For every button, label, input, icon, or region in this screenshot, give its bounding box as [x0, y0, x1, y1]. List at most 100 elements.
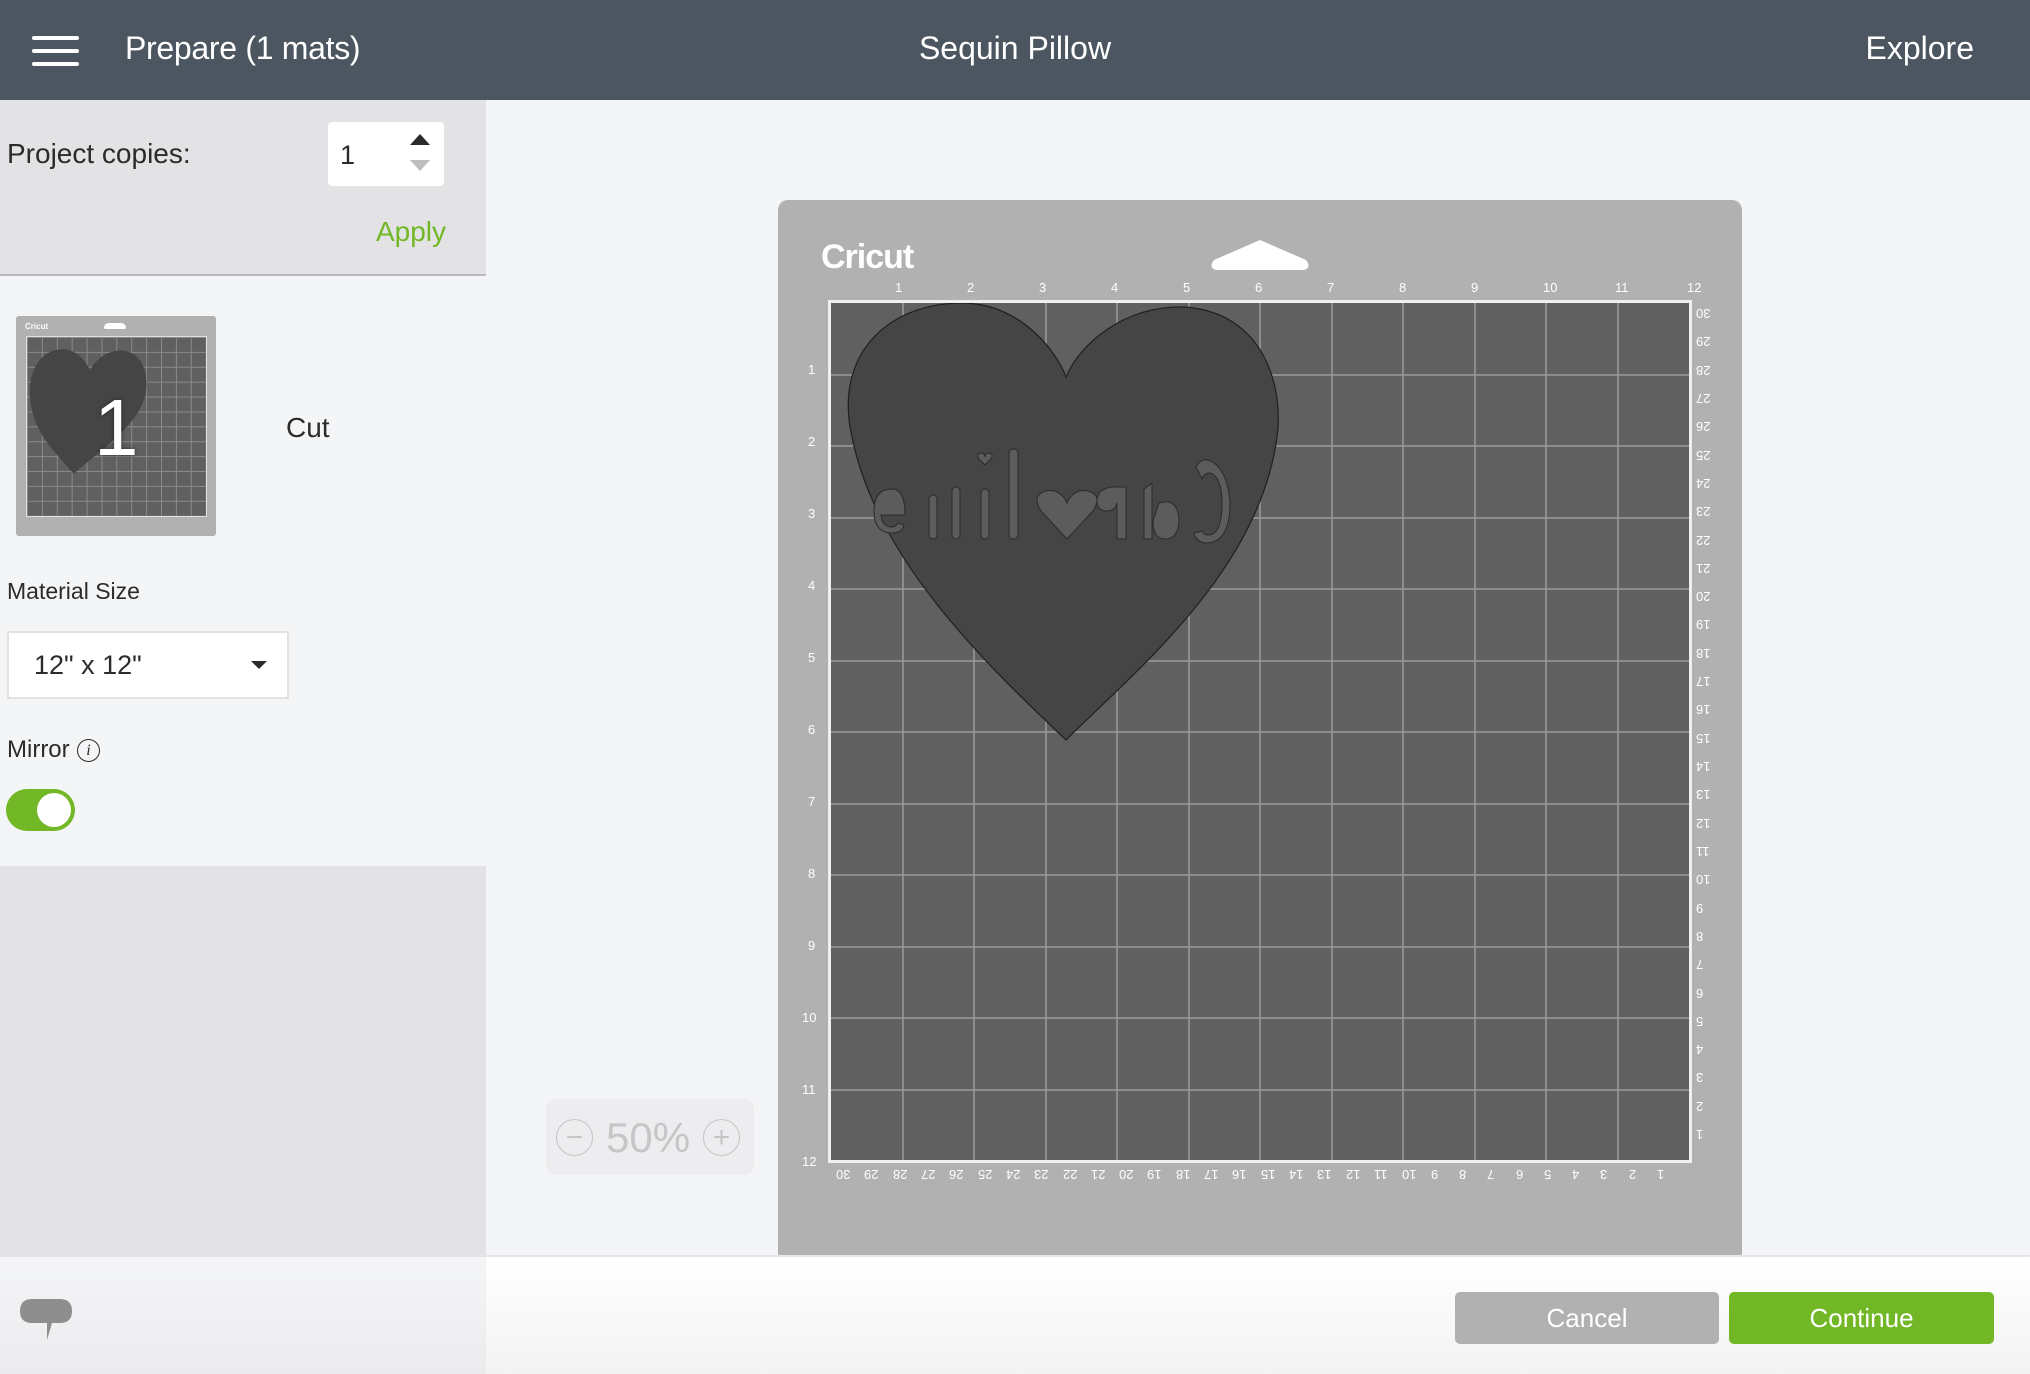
hamburger-menu-icon[interactable]: [32, 36, 79, 66]
ruler-right-cm-label: 17: [1696, 674, 1711, 690]
ruler-left-label: 8: [808, 866, 816, 881]
ruler-right-cm-label: 4: [1696, 1042, 1704, 1058]
ruler-left-label: 6: [808, 722, 816, 737]
ruler-right-cm-label: 15: [1696, 730, 1711, 746]
mirror-label: Mirror: [7, 736, 70, 763]
zoom-in-button[interactable]: +: [703, 1119, 740, 1156]
ruler-bottom-cm-label: 24: [1005, 1167, 1021, 1182]
mat-thumbnail[interactable]: Cricut 1: [16, 316, 216, 536]
chat-bubble-icon[interactable]: [18, 1295, 74, 1345]
ruler-right-cm-label: 13: [1696, 787, 1711, 803]
ruler-bottom-cm-label: 22: [1062, 1167, 1077, 1182]
ruler-bottom-cm-label: 19: [1147, 1167, 1162, 1182]
ruler-bottom-cm-label: 3: [1600, 1167, 1608, 1182]
apply-button[interactable]: Apply: [376, 216, 446, 248]
ruler-right-cm-label: 14: [1696, 759, 1711, 775]
ruler-left-label: 7: [808, 794, 816, 809]
ruler-bottom-cm-label: 5: [1543, 1167, 1552, 1182]
cancel-button[interactable]: Cancel: [1455, 1292, 1719, 1344]
ruler-right-cm-label: 19: [1696, 617, 1711, 633]
ruler-top-label: 11: [1615, 280, 1629, 295]
ruler-top-label: 4: [1111, 280, 1119, 295]
ruler-top-label: 9: [1471, 280, 1479, 295]
ruler-right-cm-label: 26: [1696, 419, 1711, 435]
ruler-bottom-cm-label: 7: [1487, 1167, 1495, 1182]
top-bar: Prepare (1 mats) Sequin Pillow Explore: [0, 0, 2030, 100]
ruler-bottom-cm-label: 30: [836, 1167, 851, 1182]
ruler-right-cm-label: 10: [1696, 872, 1711, 888]
mat-cut-label: Cut: [286, 412, 330, 443]
ruler-bottom-cm-label: 23: [1034, 1167, 1049, 1182]
zoom-level: 50%: [606, 1114, 691, 1161]
mat-load-notch-icon: [1211, 240, 1309, 270]
project-copies-section: Project copies: 1 Apply: [0, 100, 486, 276]
ruler-top-label: 5: [1183, 280, 1191, 295]
mirror-toggle[interactable]: [6, 789, 75, 831]
ruler-bottom-cm-label: 9: [1430, 1167, 1438, 1182]
heart-design[interactable]: [831, 303, 1689, 1160]
ruler-top-label: 10: [1543, 280, 1558, 295]
ruler-right-cm-label: 18: [1696, 645, 1711, 661]
ruler-left-label: 1: [808, 362, 816, 377]
ruler-bottom-cm-label: 17: [1204, 1167, 1219, 1182]
ruler-bottom-cm-label: 21: [1090, 1167, 1106, 1182]
ruler-right-cm-label: 29: [1696, 334, 1711, 350]
ruler-left-label: 5: [808, 650, 816, 665]
ruler-bottom-cm-label: 27: [920, 1167, 936, 1182]
ruler-bottom-cm-label: 2: [1628, 1167, 1637, 1182]
ruler-right-cm-label: 12: [1696, 815, 1711, 831]
footer-bar: Cancel Continue: [0, 1255, 2030, 1374]
ruler-left-label: 3: [808, 506, 816, 521]
ruler-left-label: 10: [802, 1010, 817, 1025]
ruler-right-cm-label: 11: [1696, 843, 1710, 859]
ruler-right-cm-label: 9: [1696, 900, 1704, 916]
ruler-top-label: 7: [1327, 280, 1335, 295]
ruler-right-cm-label: 20: [1696, 589, 1711, 605]
letter-e-mirrored: [873, 488, 906, 534]
ruler-right-cm-label: 6: [1696, 985, 1704, 1001]
explore-button[interactable]: Explore: [1866, 30, 1975, 67]
ruler-bottom-cm-label: 28: [892, 1167, 908, 1182]
material-size-label: Material Size: [7, 578, 140, 604]
ruler-right-cm-label: 1: [1696, 1127, 1704, 1143]
project-copies-stepper[interactable]: 1: [328, 122, 444, 186]
ruler-left-label: 9: [808, 938, 816, 953]
ruler-bottom-cm-label: 14: [1289, 1167, 1304, 1182]
ruler-right-cm-label: 24: [1696, 475, 1711, 491]
thumb-cricut-logo: Cricut: [25, 322, 49, 331]
thumb-mat-notch: [104, 323, 126, 329]
cutting-mat: Cricut 1 2 3 4 5 6 7 8 9 10 11 12 1 2 3 4 5 6 7 8 9 10 11 12 3…: [778, 200, 1742, 1255]
ruler-right-cm-label: 23: [1696, 504, 1711, 520]
letter-l-mirrored: [1008, 448, 1019, 540]
zoom-out-button[interactable]: −: [556, 1119, 593, 1156]
project-name: Sequin Pillow: [918, 30, 1112, 66]
ruler-bottom-cm-label: 6: [1515, 1167, 1523, 1182]
footer-left: [0, 1257, 486, 1374]
continue-button[interactable]: Continue: [1729, 1292, 1994, 1344]
ruler-bottom-cm-label: 8: [1458, 1167, 1467, 1182]
chevron-down-icon: [251, 661, 267, 669]
project-copies-input[interactable]: 1: [340, 140, 355, 171]
ruler-left-label: 2: [808, 434, 816, 449]
ruler-top-label: 1: [895, 280, 903, 295]
page-title: Prepare (1 mats): [125, 30, 361, 66]
mat-grid: [828, 300, 1692, 1163]
ruler-bottom-cm-label: 1: [1657, 1167, 1665, 1182]
ruler-right-cm-label: 25: [1696, 447, 1711, 463]
ruler-bottom-cm-label: 11: [1373, 1167, 1388, 1182]
info-icon[interactable]: i: [77, 739, 100, 762]
material-size-value: 12" x 12": [34, 650, 142, 680]
ruler-right-cm-label: 27: [1696, 390, 1711, 406]
cricut-logo: Cricut: [821, 238, 914, 276]
ruler-bottom-cm-label: 16: [1232, 1167, 1247, 1182]
letter-n-mirrored-1: [928, 494, 938, 540]
decrement-arrow-icon[interactable]: [410, 160, 430, 171]
ruler-right-cm-label: 30: [1696, 306, 1711, 321]
ruler-bottom-cm-label: 18: [1175, 1167, 1191, 1182]
ruler-top-label: 12: [1687, 280, 1702, 295]
ruler-right-cm-label: 16: [1696, 702, 1711, 718]
ruler-right-cm-label: 28: [1696, 362, 1711, 378]
material-size-dropdown[interactable]: 12" x 12": [7, 631, 289, 699]
ruler-right-cm-label: 21: [1696, 560, 1711, 576]
increment-arrow-icon[interactable]: [410, 134, 430, 145]
